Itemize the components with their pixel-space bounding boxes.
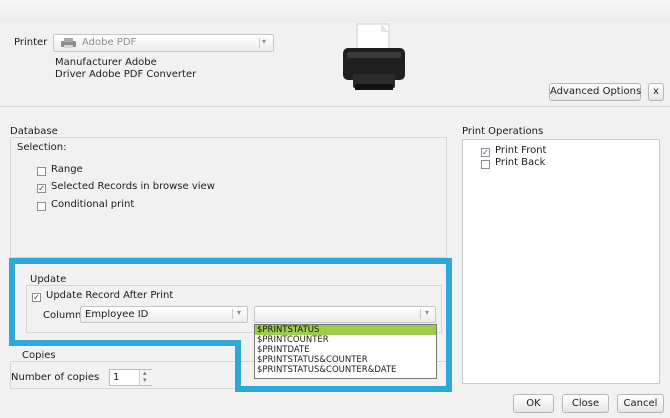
close-x-button[interactable]: x [648, 83, 664, 101]
print-front-checkbox[interactable]: ✓ [481, 148, 490, 157]
close-button[interactable]: Close [562, 394, 609, 413]
printer-select[interactable]: Adobe PDF ▾ [53, 34, 274, 52]
printer-manufacturer: Manufacturer Adobe [55, 57, 157, 68]
copies-label: Number of copies [11, 372, 100, 383]
advanced-options-button[interactable]: Advanced Options [549, 83, 641, 101]
range-label: Range [51, 164, 83, 175]
selection-label: Selection: [17, 142, 67, 153]
print-back-checkbox[interactable] [481, 160, 490, 169]
dropdown-option[interactable]: $PRINTSTATUS&COUNTER&DATE [255, 365, 436, 375]
database-title: Database [10, 126, 58, 137]
dropdown-option[interactable]: $PRINTCOUNTER [255, 335, 436, 345]
section-divider [0, 106, 670, 107]
dropdown-option[interactable]: $PRINTSTATUS [255, 325, 436, 335]
dropdown-option[interactable]: $PRINTSTATUS&COUNTER [255, 355, 436, 365]
cancel-button[interactable]: Cancel [617, 394, 664, 413]
selected-records-label: Selected Records in browse view [51, 181, 215, 192]
value-options-dropdown[interactable]: $PRINTSTATUS $PRINTCOUNTER $PRINTDATE $P… [254, 324, 437, 379]
selected-records-checkbox[interactable]: ✓ [37, 184, 46, 193]
highlight-frame-bottom [235, 386, 452, 392]
highlight-frame-left [235, 340, 241, 392]
copies-value: 1 [113, 372, 120, 383]
print-operations-list [462, 139, 660, 384]
copies-stepper[interactable]: 1 ▴ ▾ [109, 369, 152, 386]
print-front-label: Print Front [495, 145, 547, 156]
copies-title: Copies [22, 350, 56, 361]
window-titlebar [0, 0, 670, 22]
printer-select-value: Adobe PDF [82, 37, 137, 48]
database-groupbox [10, 137, 447, 258]
printer-small-icon [61, 38, 76, 48]
printer-label: Printer [14, 37, 48, 48]
range-checkbox[interactable] [37, 167, 46, 176]
dropdown-option[interactable]: $PRINTDATE [255, 345, 436, 355]
printer-icon [343, 23, 405, 90]
printer-driver: Driver Adobe PDF Converter [55, 69, 197, 80]
ok-button[interactable]: OK [513, 394, 554, 413]
chevron-down-icon: ▾ [262, 37, 267, 46]
highlight-frame-step [9, 340, 241, 346]
conditional-print-checkbox[interactable] [37, 202, 46, 211]
conditional-print-label: Conditional print [51, 199, 135, 210]
print-operations-title: Print Operations [462, 126, 544, 137]
print-back-label: Print Back [495, 157, 546, 168]
highlight-frame-right [446, 258, 452, 392]
chevron-down-icon[interactable]: ▾ [143, 376, 147, 384]
stepper-buttons[interactable]: ▴ ▾ [139, 369, 152, 385]
